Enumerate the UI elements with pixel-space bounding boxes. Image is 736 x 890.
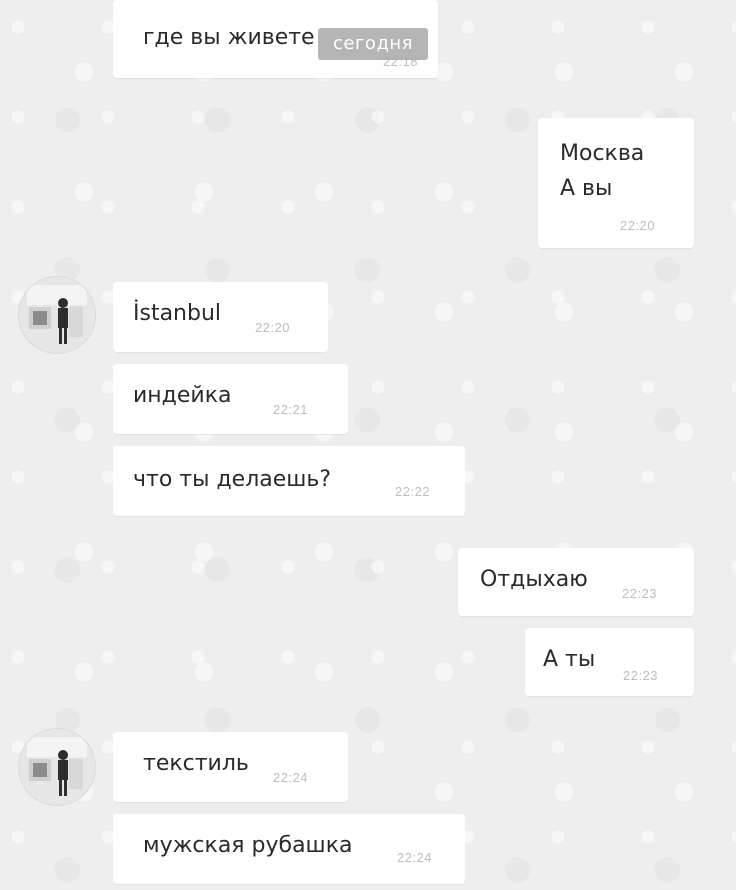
- message-bubble-outgoing[interactable]: Отдыхаю 22:23: [458, 548, 694, 616]
- message-time: 22:20: [255, 320, 291, 335]
- message-bubble-outgoing[interactable]: А ты 22:23: [525, 628, 694, 696]
- contact-photo-icon: [19, 277, 95, 353]
- message-time: 22:24: [397, 850, 433, 865]
- message-text: текстиль: [143, 751, 249, 776]
- message-bubble-incoming[interactable]: İstanbul 22:20: [113, 282, 328, 352]
- message-text: А ты: [543, 647, 596, 672]
- message-time: 22:22: [395, 484, 431, 499]
- contact-avatar[interactable]: [18, 728, 96, 806]
- message-time: 22:20: [620, 218, 656, 233]
- message-text-line-1: Москва: [560, 141, 645, 166]
- message-text: где вы живете: [143, 25, 315, 50]
- message-time: 22:23: [622, 586, 658, 601]
- message-bubble-incoming[interactable]: мужская рубашка 22:24: [113, 814, 465, 884]
- message-text: индейка: [133, 383, 232, 408]
- chat-area[interactable]: где вы живете 22:18 сегодня Москва А вы …: [0, 0, 736, 890]
- date-separator: сегодня: [318, 28, 428, 60]
- message-bubble-incoming[interactable]: индейка 22:21: [113, 364, 348, 434]
- message-bubble-outgoing[interactable]: Москва А вы 22:20: [538, 118, 694, 248]
- message-bubble-incoming[interactable]: что ты делаешь? 22:22: [113, 446, 465, 516]
- contact-avatar[interactable]: [18, 276, 96, 354]
- message-time: 22:21: [273, 402, 309, 417]
- message-bubble-incoming[interactable]: текстиль 22:24: [113, 732, 348, 802]
- contact-photo-icon: [19, 729, 95, 805]
- message-text: что ты делаешь?: [133, 467, 332, 492]
- message-text: мужская рубашка: [143, 833, 353, 858]
- message-text: İstanbul: [133, 301, 222, 326]
- message-time: 22:23: [623, 668, 659, 683]
- message-text-line-2: А вы: [560, 176, 613, 201]
- message-text: Отдыхаю: [480, 567, 588, 592]
- message-time: 22:24: [273, 770, 309, 785]
